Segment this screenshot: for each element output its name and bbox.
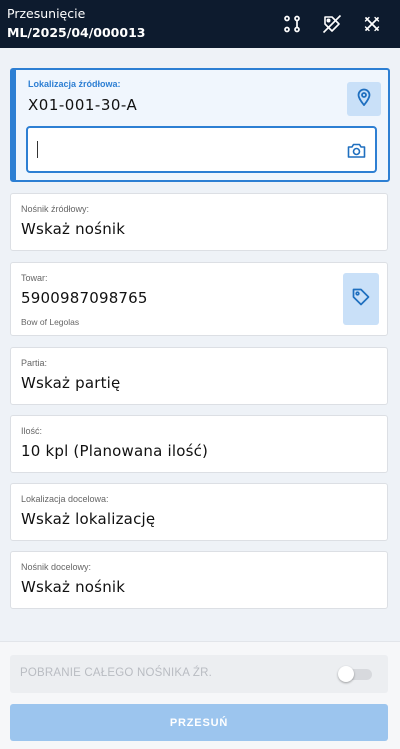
item-card[interactable]: Towar: 5900987098765 Bow of Legolas <box>10 262 388 336</box>
batch-label: Partia: <box>21 358 48 368</box>
target-carrier-card[interactable]: Nośnik docelowy: Wskaż nośnik <box>10 551 388 609</box>
document-number: ML/2025/04/000013 <box>7 25 146 40</box>
scan-input[interactable] <box>36 136 336 164</box>
map-pin-icon <box>356 88 372 110</box>
batch-value: Wskaż partię <box>21 374 121 392</box>
take-whole-carrier-label: POBRANIE CAŁEGO NOŚNIKA ŹR. <box>20 667 212 679</box>
target-location-label: Lokalizacja docelowa: <box>21 494 109 504</box>
camera-icon[interactable] <box>346 140 366 160</box>
batch-card[interactable]: Partia: Wskaż partię <box>10 347 388 405</box>
tag-icon <box>351 287 371 311</box>
app-header: Przesunięcie ML/2025/04/000013 <box>0 0 400 48</box>
source-location-label: Lokalizacja źródłowa: <box>28 79 121 89</box>
source-location-card: Lokalizacja źródłowa: X01-001-30-A <box>10 68 390 182</box>
quantity-label: Ilość: <box>21 426 43 436</box>
item-tag-button[interactable] <box>343 273 379 325</box>
move-button[interactable]: PRZESUŃ <box>10 704 388 741</box>
item-code: 5900987098765 <box>21 289 148 307</box>
no-tag-icon[interactable] <box>321 13 343 35</box>
target-carrier-label: Nośnik docelowy: <box>21 562 92 572</box>
take-whole-carrier-toggle[interactable] <box>338 666 372 682</box>
target-carrier-value: Wskaż nośnik <box>21 578 126 596</box>
item-name: Bow of Legolas <box>21 317 80 327</box>
source-carrier-label: Nośnik źródłowy: <box>21 204 90 214</box>
scan-input-box[interactable] <box>26 126 377 173</box>
route-icon[interactable] <box>281 13 303 35</box>
source-carrier-value: Wskaż nośnik <box>21 220 126 238</box>
take-whole-carrier-row[interactable]: POBRANIE CAŁEGO NOŚNIKA ŹR. <box>10 655 388 693</box>
target-location-value: Wskaż lokalizację <box>21 510 156 528</box>
quantity-card[interactable]: Ilość: 10 kpl (Planowana ilość) <box>10 415 388 473</box>
target-location-card[interactable]: Lokalizacja docelowa: Wskaż lokalizację <box>10 483 388 541</box>
item-label: Towar: <box>21 273 48 283</box>
location-pin-button[interactable] <box>347 82 381 116</box>
toggle-knob <box>338 666 354 682</box>
source-location-value: X01-001-30-A <box>28 96 138 114</box>
close-icon[interactable] <box>361 13 383 35</box>
action-footer: POBRANIE CAŁEGO NOŚNIKA ŹR. PRZESUŃ <box>0 641 400 749</box>
page-title: Przesunięcie <box>7 6 86 21</box>
quantity-value: 10 kpl (Planowana ilość) <box>21 442 209 460</box>
source-carrier-card[interactable]: Nośnik źródłowy: Wskaż nośnik <box>10 193 388 251</box>
